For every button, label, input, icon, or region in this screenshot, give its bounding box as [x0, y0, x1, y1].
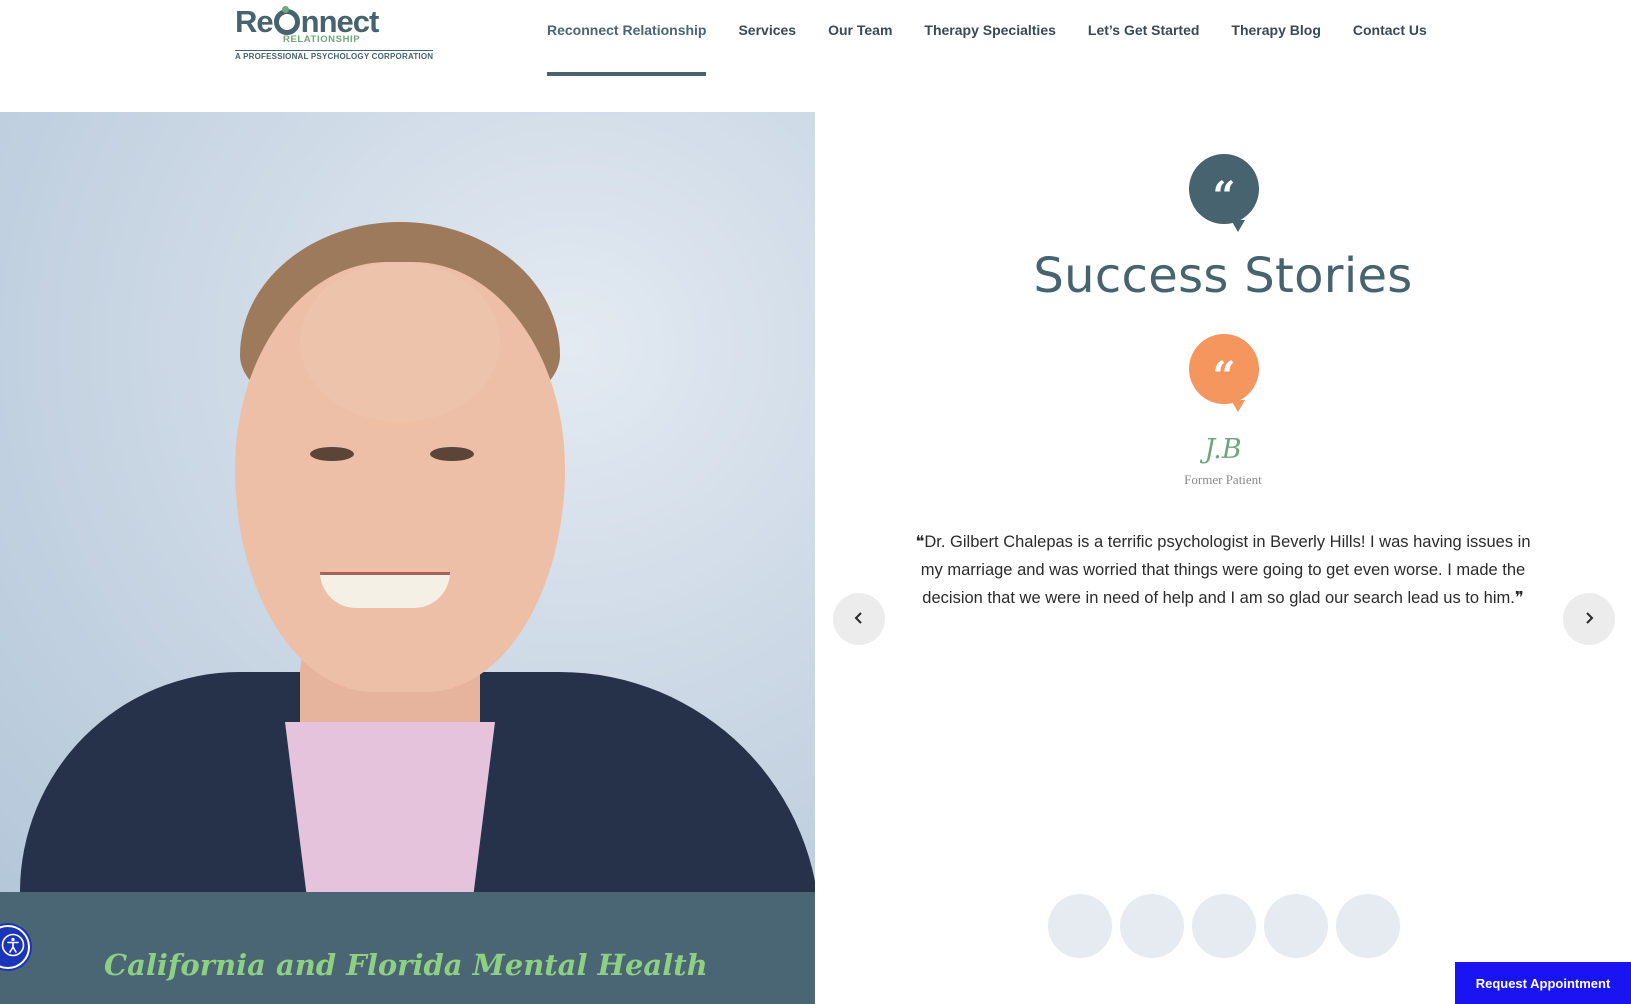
testimonial-author: J.B — [1204, 434, 1242, 465]
logo-subtitle: RELATIONSHIP — [283, 34, 361, 45]
portrait-smile — [320, 572, 450, 608]
quote-icon: “ — [1189, 334, 1259, 412]
portrait-eye-right — [430, 447, 474, 461]
logo[interactable]: Re nnect RELATIONSHIP A PROFESSIONAL PSYC… — [235, 4, 434, 62]
carousel-next-button[interactable] — [1563, 593, 1615, 645]
testimonial-author-role: Former Patient — [1184, 472, 1262, 487]
nav-item-our-team[interactable]: Our Team — [828, 0, 892, 76]
carousel-prev-button[interactable] — [833, 593, 885, 645]
nav-item-lets-get-started[interactable]: Let’s Get Started — [1088, 0, 1200, 76]
logo-ring-icon — [273, 6, 300, 35]
carousel-dot[interactable] — [1048, 894, 1112, 958]
testimonials-section: “ Success Stories “ J.B Former Patient ❝… — [815, 112, 1631, 1004]
carousel-dot[interactable] — [1192, 894, 1256, 958]
chevron-left-icon — [852, 608, 866, 631]
carousel-dot[interactable] — [1120, 894, 1184, 958]
portrait-forehead — [300, 262, 500, 422]
quote-icon: “ — [1189, 154, 1259, 232]
hero-caption: California and Florida Mental Health — [104, 948, 708, 982]
carousel-dot[interactable] — [1336, 894, 1400, 958]
carousel-pagination — [1048, 894, 1408, 958]
carousel-dot[interactable] — [1264, 894, 1328, 958]
testimonial-text: ❝Dr. Gilbert Chalepas is a terrific psyc… — [915, 533, 1531, 607]
nav-item-reconnect-relationship[interactable]: Reconnect Relationship — [547, 0, 707, 76]
logo-tagline: A PROFESSIONAL PSYCHOLOGY CORPORATION — [235, 50, 434, 61]
therapist-portrait — [0, 112, 815, 892]
nav-item-services[interactable]: Services — [738, 0, 796, 76]
portrait-eye-left — [310, 447, 354, 461]
section-title: Success Stories — [1033, 248, 1413, 304]
accessibility-icon — [0, 933, 25, 962]
nav-item-therapy-specialties[interactable]: Therapy Specialties — [924, 0, 1056, 76]
request-appointment-button[interactable]: Request Appointment — [1455, 962, 1631, 1004]
nav-item-therapy-blog[interactable]: Therapy Blog — [1231, 0, 1320, 76]
main-nav: Reconnect Relationship Services Our Team… — [547, 0, 1459, 76]
site-header: Re nnect RELATIONSHIP A PROFESSIONAL PSYC… — [0, 0, 1631, 112]
nav-item-contact-us[interactable]: Contact Us — [1353, 0, 1427, 76]
chevron-right-icon — [1582, 608, 1596, 631]
